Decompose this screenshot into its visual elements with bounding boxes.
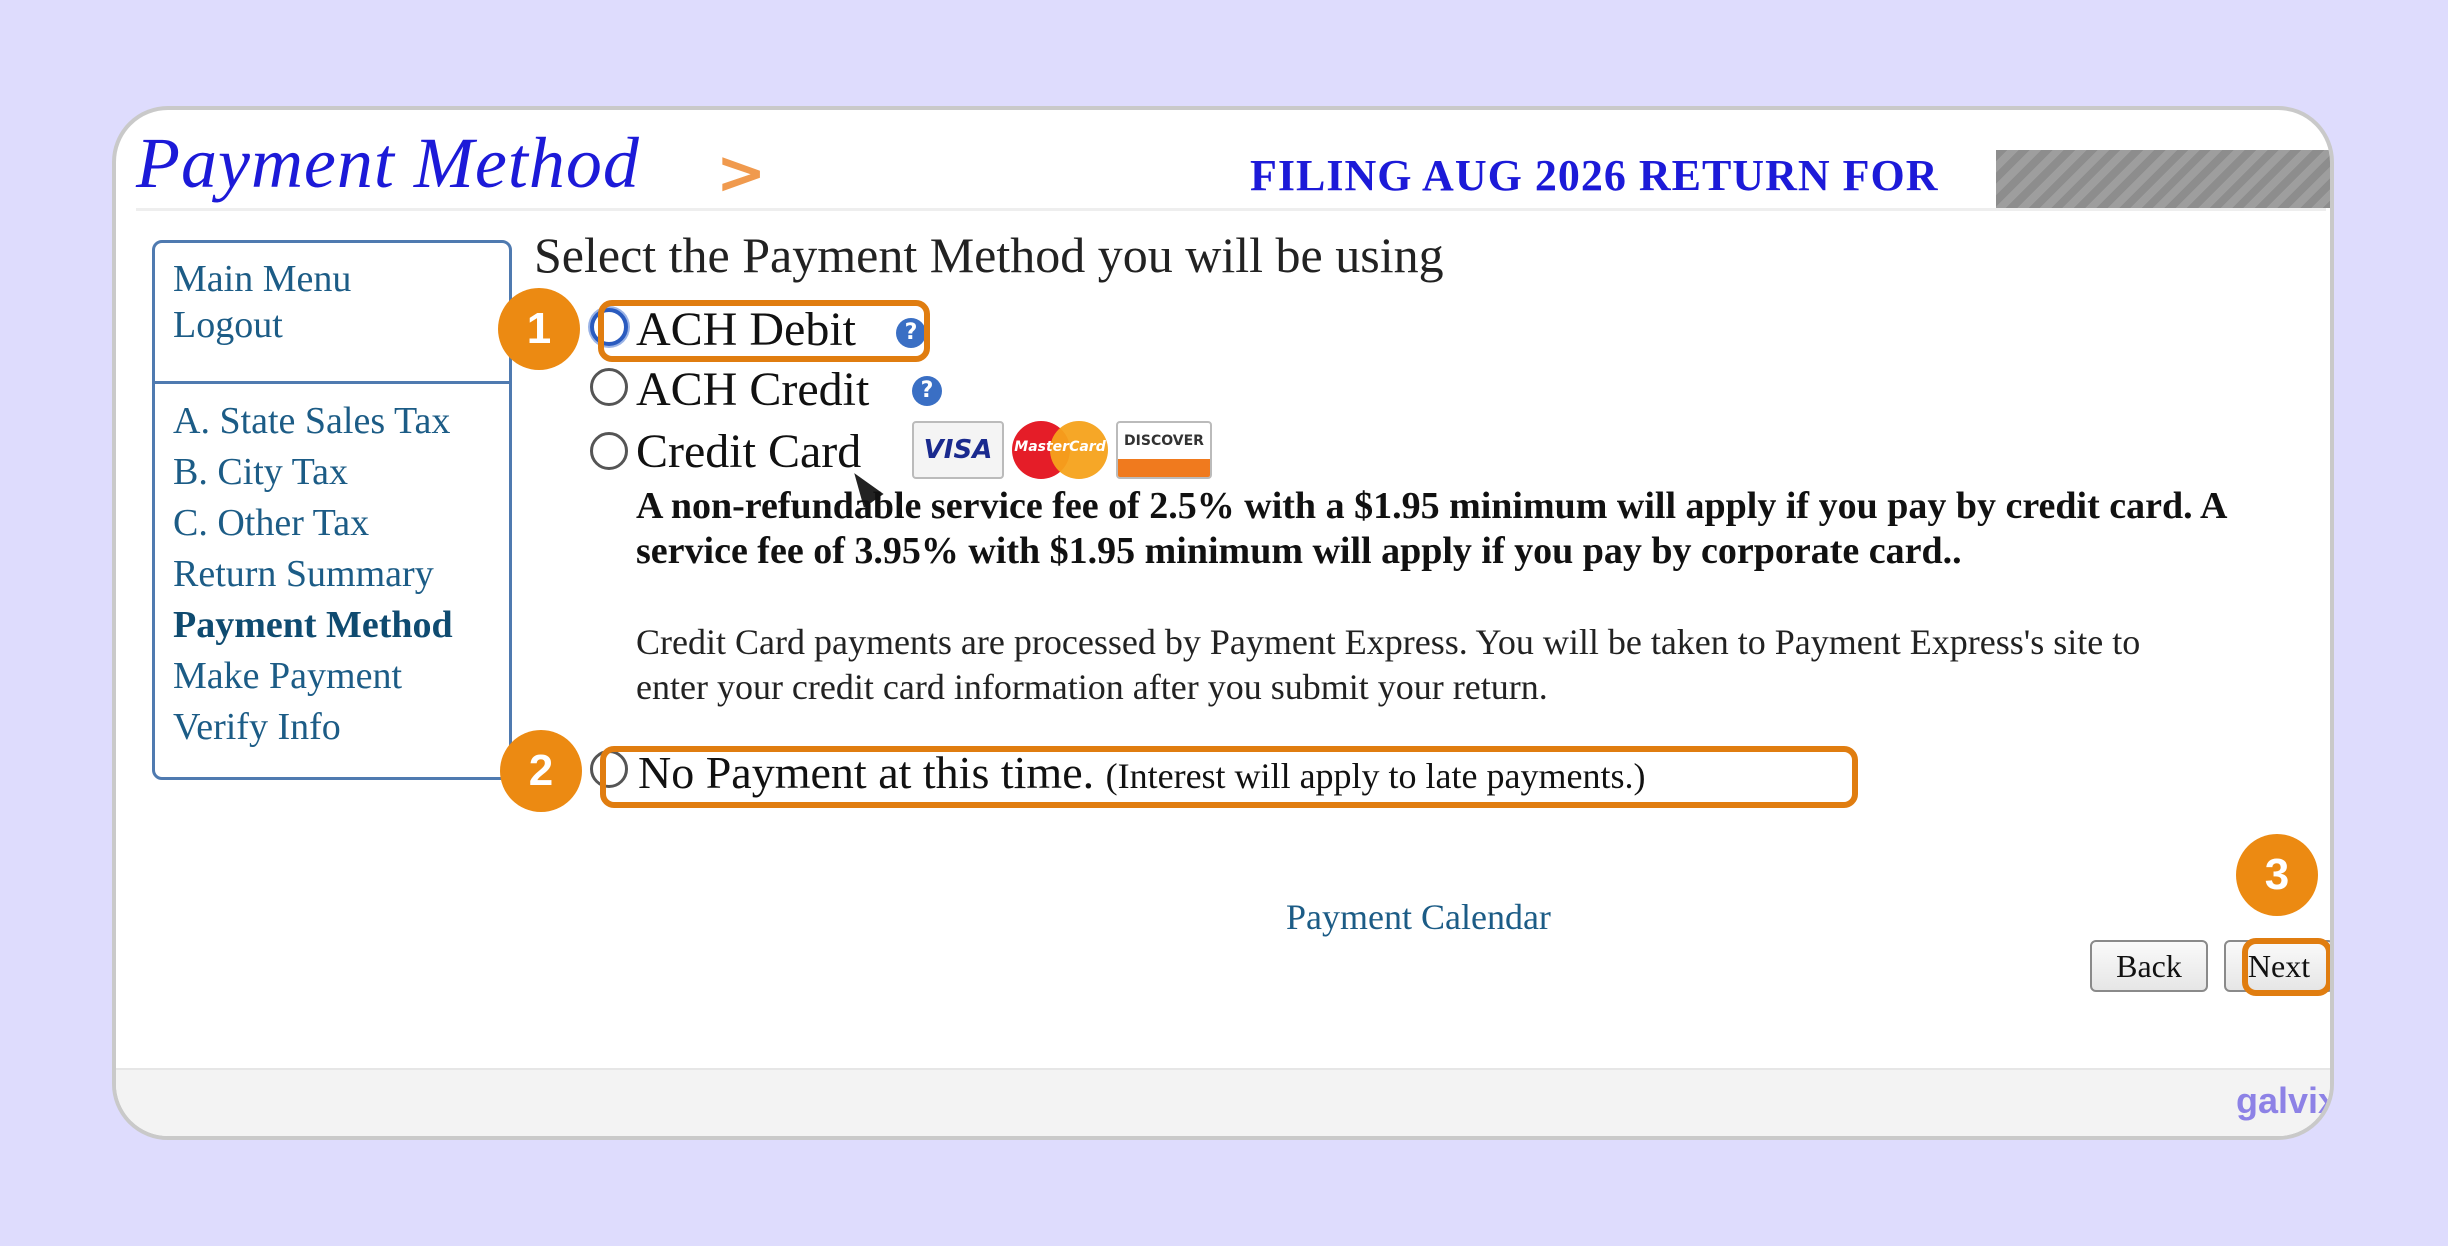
sidebar: Main Menu Logout A. State Sales Tax B. C… <box>152 240 512 780</box>
visa-logo: VISA <box>912 421 1004 479</box>
step-marker-2: 2 <box>500 730 582 812</box>
step-marker-3: 3 <box>2236 834 2318 916</box>
arrow-right-icon: > <box>716 138 767 208</box>
discover-text: DISCOVER <box>1124 433 1204 449</box>
highlight-no-payment <box>600 746 1858 808</box>
sidebar-item-other-tax[interactable]: C. Other Tax <box>173 501 369 545</box>
help-icon[interactable]: ? <box>912 376 942 406</box>
header-divider <box>136 208 2326 211</box>
highlight-next <box>2242 938 2330 996</box>
sidebar-link-main-menu[interactable]: Main Menu <box>173 257 351 301</box>
discover-logo: DISCOVER <box>1116 421 1212 479</box>
highlight-ach-debit <box>598 300 930 362</box>
watermark: galvix.com <box>2236 1080 2330 1121</box>
sidebar-item-payment-method[interactable]: Payment Method <box>173 603 453 647</box>
footer-bar <box>116 1068 2330 1136</box>
sidebar-item-state-sales-tax[interactable]: A. State Sales Tax <box>173 399 450 443</box>
credit-card-label[interactable]: Credit Card <box>636 424 861 479</box>
filing-banner: FILING AUG 2026 RETURN FOR <box>1250 151 1939 200</box>
page-title: Payment Method <box>136 123 640 203</box>
back-button[interactable]: Back <box>2090 940 2208 992</box>
sidebar-link-logout[interactable]: Logout <box>173 303 283 347</box>
section-prompt: Select the Payment Method you will be us… <box>534 227 1444 283</box>
redacted-block <box>1996 150 2330 208</box>
credit-card-radio[interactable] <box>590 432 628 470</box>
page-window: Payment Method > FILING AUG 2026 RETURN … <box>112 106 2334 1140</box>
sidebar-divider <box>155 381 509 384</box>
sidebar-item-make-payment[interactable]: Make Payment <box>173 654 402 698</box>
mastercard-logo: MasterCard <box>1012 421 1108 479</box>
discover-stripe <box>1118 459 1210 477</box>
processor-note: Credit Card payments are processed by Pa… <box>636 622 2141 707</box>
sidebar-item-verify-info[interactable]: Verify Info <box>173 705 341 749</box>
step-marker-1: 1 <box>498 288 580 370</box>
service-fee-notice: A non-refundable service fee of 2.5% wit… <box>636 485 2226 572</box>
payment-calendar-link[interactable]: Payment Calendar <box>1286 896 1551 938</box>
sidebar-item-city-tax[interactable]: B. City Tax <box>173 450 348 494</box>
ach-credit-radio[interactable] <box>590 368 628 406</box>
mastercard-text: MasterCard <box>1014 439 1106 455</box>
sidebar-item-return-summary[interactable]: Return Summary <box>173 552 434 596</box>
ach-credit-label[interactable]: ACH Credit <box>636 362 869 417</box>
